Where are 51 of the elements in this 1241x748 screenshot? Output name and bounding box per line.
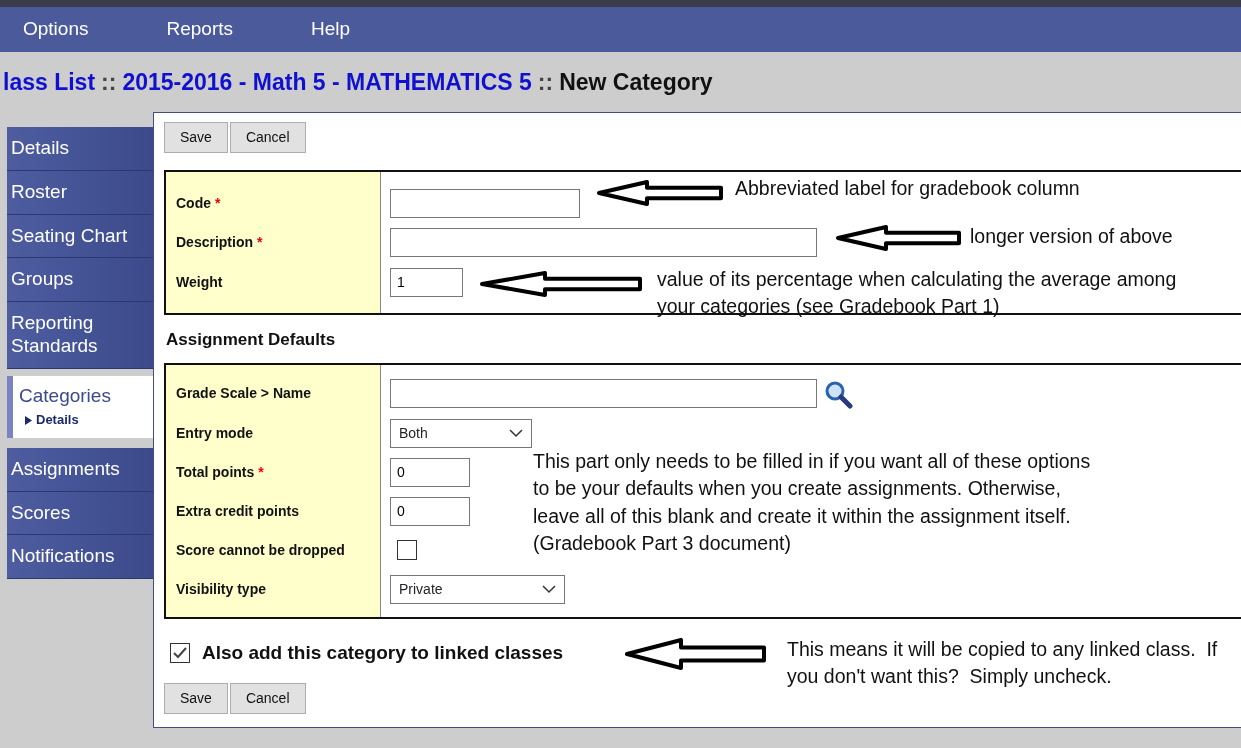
save-button[interactable]: Save xyxy=(164,122,228,153)
cancel-button[interactable]: Cancel xyxy=(229,122,306,153)
section-heading: Assignment Defaults xyxy=(165,329,337,351)
field-label: Visibility type xyxy=(175,579,266,599)
field-label: Code * xyxy=(175,193,221,213)
annotation-text: longer version of above xyxy=(970,224,1173,249)
sidebar-item[interactable]: Notifications xyxy=(7,535,153,580)
sidebar-item[interactable]: Assignments xyxy=(7,447,153,492)
checkbox-label: Also add this category to linked classes xyxy=(202,640,564,665)
sidebar-item[interactable]: Categories Details xyxy=(7,375,153,438)
breadcrumb-separator: :: xyxy=(537,67,554,97)
sidebar-item[interactable]: Reporting Standards xyxy=(7,302,153,369)
sidebar-item-label: Categories xyxy=(19,383,112,408)
field-label: Entry mode xyxy=(175,424,253,443)
input-field[interactable] xyxy=(390,188,580,218)
annotation-text: This means it will be copied to any linked class. If you don't want this? Simply uncheck. xyxy=(787,637,1219,690)
annotation-text: This part only needs to be filled in if you want all of these options to be your defaults when you create assignments. Otherwise, leave all of this blank and create it within the assignment itself. (Gradebook Part 3 document) xyxy=(533,449,1092,556)
input-field[interactable]: 0 xyxy=(390,457,470,487)
field-label: Grade Scale > Name xyxy=(175,384,312,403)
breadcrumb-link[interactable]: 2015-2016 - Math 5 - MATHEMATICS 5 xyxy=(122,64,532,100)
field-label: Extra credit points xyxy=(175,501,299,521)
input-field[interactable]: 1 xyxy=(390,267,463,297)
field-label: Total points * xyxy=(175,462,264,482)
checkbox[interactable] xyxy=(397,540,417,560)
menu-item[interactable]: Options xyxy=(7,15,105,44)
chevron-icon xyxy=(509,429,523,438)
sidebar-item[interactable]: Roster xyxy=(7,170,153,215)
triangle-icon xyxy=(25,415,32,425)
breadcrumb-separator: :: xyxy=(101,67,117,97)
field-label: Score cannot be dropped xyxy=(175,540,345,560)
input-field[interactable] xyxy=(390,228,817,257)
field-label: Description * xyxy=(175,233,263,252)
chevron-icon xyxy=(542,584,556,594)
menu-item[interactable]: Help xyxy=(295,15,367,44)
save-button[interactable]: Save xyxy=(164,683,228,714)
page-title: New Category xyxy=(559,67,713,97)
input-field[interactable]: 0 xyxy=(390,496,470,526)
sidebar-item[interactable]: Details xyxy=(7,127,153,171)
menu-item[interactable]: Reports xyxy=(150,15,249,44)
dropdown[interactable]: Private xyxy=(390,574,565,604)
dropdown[interactable]: Both xyxy=(390,419,532,448)
sidebar-item[interactable]: Scores xyxy=(7,491,153,536)
sidebar-item[interactable]: Seating Chart xyxy=(7,214,153,259)
cancel-button[interactable]: Cancel xyxy=(229,683,306,714)
checkbox[interactable] xyxy=(170,642,190,663)
sidebar-subitem[interactable]: Details xyxy=(19,410,79,430)
annotation-text: Abbreviated label for gradebook column xyxy=(735,176,1080,201)
breadcrumb-link[interactable]: lass List xyxy=(3,64,96,100)
input-field[interactable] xyxy=(390,379,817,408)
field-label: Weight xyxy=(175,272,223,292)
sidebar-item[interactable]: Groups xyxy=(7,258,153,303)
